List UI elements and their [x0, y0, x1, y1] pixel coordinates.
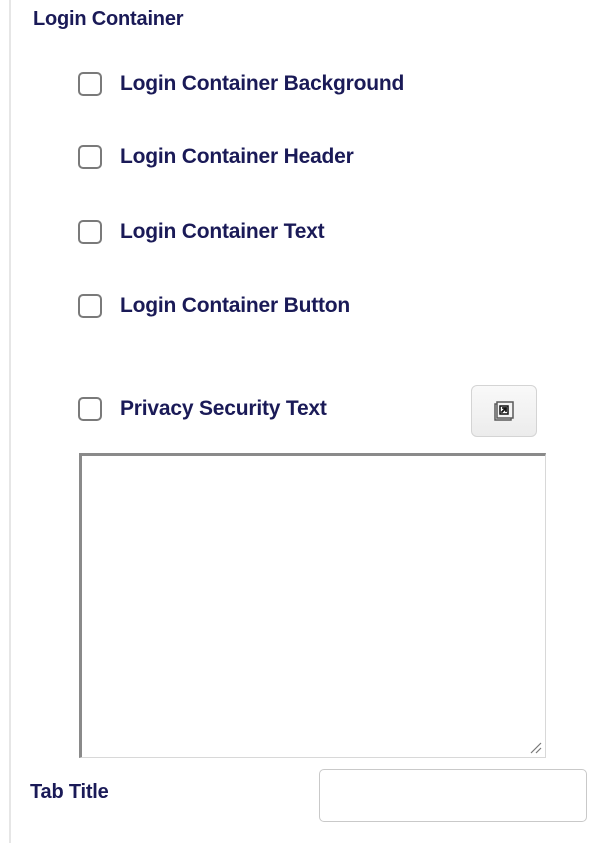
- privacy-security-text-checkbox[interactable]: [78, 397, 102, 421]
- checkbox-row-login-container-header[interactable]: Login Container Header: [78, 141, 354, 173]
- privacy-security-text-label[interactable]: Privacy Security Text: [120, 397, 327, 421]
- tab-title-label: Tab Title: [30, 781, 109, 803]
- checkbox-row-login-container-button[interactable]: Login Container Button: [78, 290, 350, 322]
- section-title: Login Container: [33, 8, 184, 30]
- login-container-background-label[interactable]: Login Container Background: [120, 72, 404, 96]
- login-container-text-label[interactable]: Login Container Text: [120, 220, 325, 244]
- resize-handle-icon[interactable]: [528, 740, 542, 754]
- login-container-header-label[interactable]: Login Container Header: [120, 145, 354, 169]
- login-container-background-checkbox[interactable]: [78, 72, 102, 96]
- login-container-button-label[interactable]: Login Container Button: [120, 294, 350, 318]
- tab-title-input[interactable]: [319, 769, 587, 822]
- login-container-text-checkbox[interactable]: [78, 220, 102, 244]
- privacy-security-text-textarea[interactable]: [79, 453, 546, 758]
- expand-editor-button[interactable]: [471, 385, 537, 437]
- checkbox-row-privacy-security-text[interactable]: Privacy Security Text: [78, 393, 327, 425]
- login-container-settings-panel: Login Container Login Container Backgrou…: [0, 0, 601, 843]
- login-container-button-checkbox[interactable]: [78, 294, 102, 318]
- checkbox-row-login-container-background[interactable]: Login Container Background: [78, 68, 404, 100]
- panel-divider: [9, 0, 11, 843]
- login-container-header-checkbox[interactable]: [78, 145, 102, 169]
- expand-icon: [494, 401, 514, 421]
- checkbox-row-login-container-text[interactable]: Login Container Text: [78, 216, 325, 248]
